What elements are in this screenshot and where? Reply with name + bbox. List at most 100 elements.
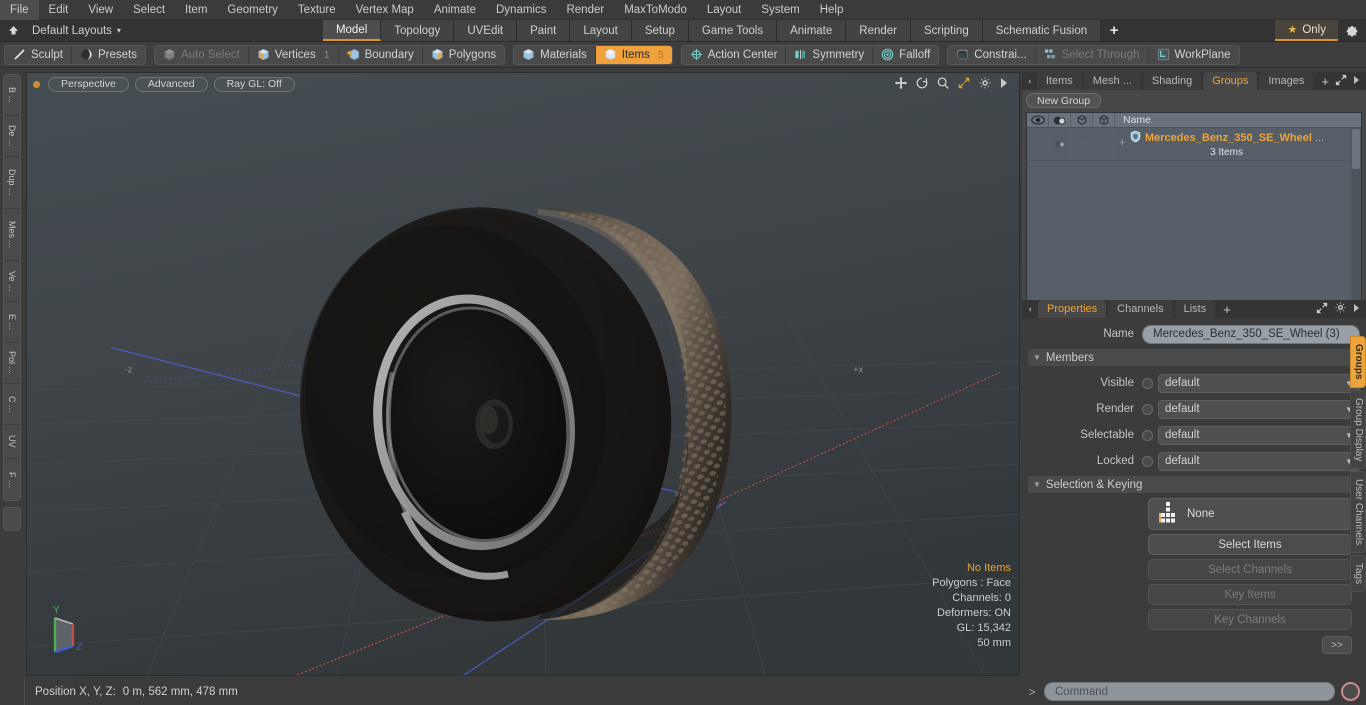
- row-name-cell[interactable]: + Mercedes_Benz_350_SE_Wheel ... 3 Items: [1115, 128, 1361, 160]
- tab-model[interactable]: Model: [322, 20, 382, 41]
- tab-channels[interactable]: Channels: [1108, 300, 1173, 318]
- chevron-right-icon[interactable]: [1353, 303, 1361, 316]
- menu-item-help[interactable]: Help: [810, 0, 854, 20]
- tab-game-tools[interactable]: Game Tools: [688, 20, 778, 41]
- render-icon[interactable]: [1049, 113, 1071, 127]
- vertices-button[interactable]: Vertices 1: [248, 45, 339, 64]
- tab-render[interactable]: Render: [846, 20, 911, 41]
- tab-lists[interactable]: Lists: [1174, 300, 1216, 318]
- menu-item-vertex-map[interactable]: Vertex Map: [346, 0, 424, 20]
- menu-item-layout[interactable]: Layout: [697, 0, 752, 20]
- items-button[interactable]: Items 5: [595, 45, 672, 64]
- gear-icon[interactable]: [978, 76, 992, 93]
- row-render-toggle[interactable]: [1049, 128, 1071, 160]
- row-visibility-toggle[interactable]: [1027, 128, 1049, 160]
- tab-topology[interactable]: Topology: [381, 20, 455, 41]
- rotate-icon[interactable]: [915, 76, 929, 93]
- chevron-right-icon[interactable]: [1353, 75, 1361, 88]
- viewport-raygl-dropdown[interactable]: Ray GL: Off: [213, 76, 295, 92]
- selection-set-dropdown[interactable]: None: [1148, 498, 1352, 530]
- workplane-button[interactable]: WorkPlane: [1148, 45, 1239, 64]
- menu-item-texture[interactable]: Texture: [288, 0, 346, 20]
- action-center-button[interactable]: Action Center: [681, 45, 787, 64]
- row-lock-a-toggle[interactable]: [1071, 128, 1093, 160]
- boundary-button[interactable]: Boundary: [338, 45, 423, 64]
- sidebar-item-uv[interactable]: UV: [4, 425, 20, 459]
- tab-images[interactable]: Images: [1259, 72, 1314, 90]
- viewport-projection-dropdown[interactable]: Perspective: [48, 76, 129, 92]
- new-group-button[interactable]: New Group: [1026, 93, 1102, 108]
- viewport-3d[interactable]: -z +x Perspective Advanced Ray GL: Off N…: [26, 72, 1020, 676]
- move-icon[interactable]: [894, 76, 908, 93]
- magnify-icon[interactable]: [936, 76, 950, 93]
- tab-uvedit[interactable]: UVEdit: [454, 20, 518, 41]
- auto-select-button[interactable]: Auto Select: [154, 45, 249, 64]
- render-radio[interactable]: [1142, 403, 1153, 415]
- symmetry-button[interactable]: Symmetry: [786, 45, 874, 64]
- members-section-header[interactable]: ▼ Members: [1028, 349, 1358, 366]
- sculpt-button[interactable]: Sculpt: [5, 45, 72, 64]
- tab-items[interactable]: Items: [1036, 72, 1082, 90]
- polygons-button[interactable]: Polygons: [422, 45, 505, 64]
- selectable-dropdown[interactable]: default ▼: [1158, 425, 1360, 445]
- vtab-groups[interactable]: Groups: [1350, 336, 1366, 388]
- selectable-radio[interactable]: [1142, 429, 1153, 441]
- properties-menu-dot[interactable]: ◐: [1024, 300, 1038, 318]
- gear-icon[interactable]: [1334, 301, 1347, 317]
- locked-radio[interactable]: [1142, 455, 1153, 467]
- selection-keying-section-header[interactable]: ▼ Selection & Keying: [1028, 476, 1358, 493]
- sidebar-item-mesh[interactable]: Mes ...: [4, 209, 20, 261]
- render-dropdown[interactable]: default ▼: [1158, 399, 1360, 419]
- home-up-icon[interactable]: [0, 20, 26, 41]
- tab-groups[interactable]: Groups: [1203, 72, 1258, 90]
- select-through-button[interactable]: Select Through: [1035, 45, 1149, 64]
- groups-list-scrollbar[interactable]: [1351, 128, 1361, 307]
- groups-list[interactable]: Name + Mercedes_Benz_350_SE_Wheel ... 3 …: [1026, 112, 1362, 308]
- sidebar-item-duplicate[interactable]: Dup ...: [4, 157, 20, 209]
- vtab-user-channels[interactable]: User Channels: [1350, 470, 1366, 554]
- materials-button[interactable]: Materials: [514, 45, 596, 64]
- sidebar-item-edge[interactable]: E ...: [4, 302, 20, 343]
- row-lock-b-toggle[interactable]: [1093, 128, 1115, 160]
- viewport-menu-dot[interactable]: [33, 80, 40, 88]
- locked-dropdown[interactable]: default ▼: [1158, 451, 1360, 471]
- default-layouts-dropdown[interactable]: Default Layouts ▾: [26, 20, 131, 41]
- gear-icon[interactable]: [1338, 20, 1366, 41]
- expand-arrows-icon[interactable]: [1316, 302, 1328, 317]
- record-circle-icon[interactable]: [1341, 682, 1360, 701]
- menu-item-view[interactable]: View: [78, 0, 123, 20]
- add-layout-tab-button[interactable]: +: [1101, 20, 1127, 41]
- group-name-input[interactable]: Mercedes_Benz_350_SE_Wheel (3): [1142, 324, 1360, 344]
- sidebar-item-vertex[interactable]: Ve ...: [4, 261, 20, 302]
- table-row[interactable]: + Mercedes_Benz_350_SE_Wheel ... 3 Items: [1027, 128, 1361, 161]
- menu-item-item[interactable]: Item: [175, 0, 217, 20]
- tab-mesh[interactable]: Mesh ...: [1083, 72, 1141, 90]
- visible-dropdown[interactable]: default ▼: [1158, 373, 1360, 393]
- tab-properties[interactable]: Properties: [1038, 300, 1107, 318]
- sidebar-item-curve[interactable]: C ...: [4, 384, 20, 425]
- command-input[interactable]: [1044, 682, 1335, 701]
- menu-item-dynamics[interactable]: Dynamics: [486, 0, 556, 20]
- tab-paint[interactable]: Paint: [517, 20, 571, 41]
- sidebar-item-extra[interactable]: [4, 508, 20, 530]
- panel-menu-dot[interactable]: ◐: [1024, 72, 1037, 90]
- axis-gizmo[interactable]: Y Z: [41, 602, 97, 661]
- visible-radio[interactable]: [1142, 377, 1153, 389]
- menu-item-animate[interactable]: Animate: [424, 0, 486, 20]
- menu-item-maxtomodo[interactable]: MaxToModo: [614, 0, 697, 20]
- tab-shading[interactable]: Shading: [1142, 72, 1202, 90]
- sidebar-item-polygon[interactable]: Pol ...: [4, 343, 20, 384]
- cube-outline-icon[interactable]: [1071, 113, 1093, 127]
- presets-button[interactable]: Presets: [71, 45, 145, 64]
- sidebar-item-fur[interactable]: F ...: [4, 459, 20, 500]
- tab-animate[interactable]: Animate: [777, 20, 847, 41]
- menu-item-edit[interactable]: Edit: [39, 0, 79, 20]
- tab-layout[interactable]: Layout: [570, 20, 632, 41]
- menu-item-file[interactable]: File: [0, 0, 39, 20]
- expand-icon[interactable]: [957, 76, 971, 93]
- select-items-button[interactable]: Select Items: [1148, 534, 1352, 555]
- eye-icon[interactable]: [1027, 113, 1049, 127]
- cube-outline-icon-2[interactable]: [1093, 113, 1115, 127]
- expand-arrows-icon[interactable]: [1335, 74, 1347, 89]
- play-arrow-icon[interactable]: [999, 77, 1009, 92]
